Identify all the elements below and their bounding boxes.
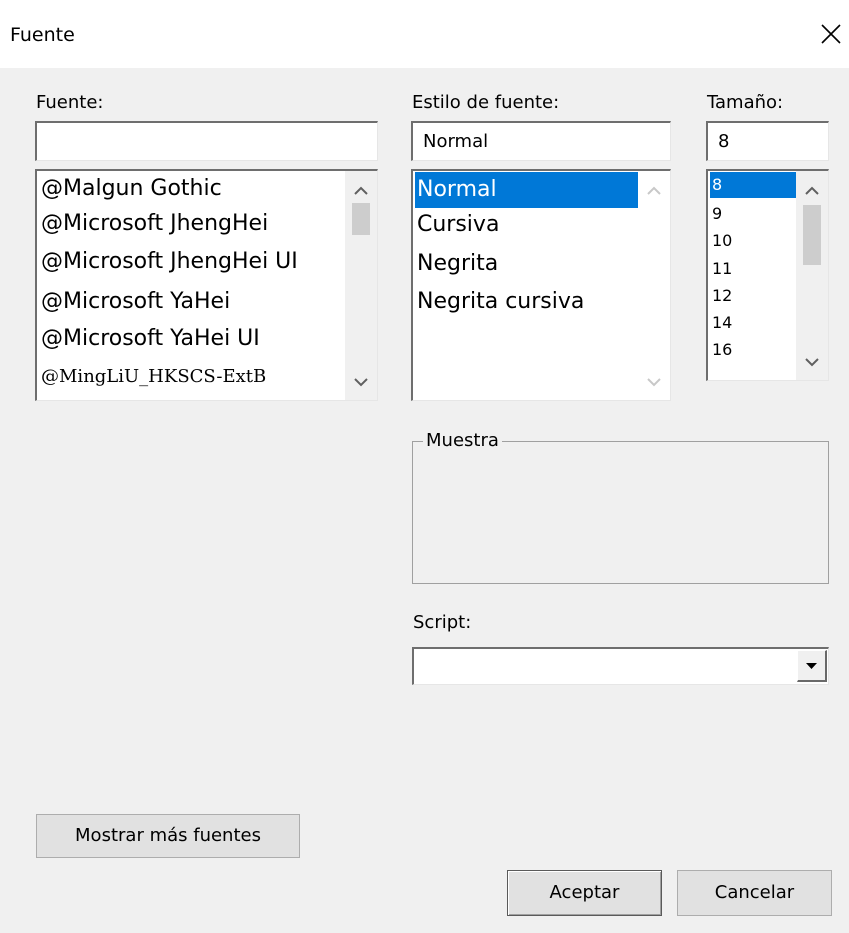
ok-button[interactable]: Aceptar [507, 870, 662, 916]
size-label: Tamaño: [707, 92, 784, 113]
size-list-item[interactable]: 10 [710, 231, 796, 250]
chevron-up-icon[interactable] [345, 177, 377, 205]
font-list-item[interactable]: @Malgun Gothic [39, 176, 345, 201]
size-list-item[interactable]: 16 [710, 340, 796, 359]
font-list-item[interactable]: @Microsoft YaHei [39, 289, 345, 314]
font-list-scrollbar[interactable] [345, 171, 377, 400]
script-select[interactable] [412, 647, 829, 685]
size-list-items: 8 9 10 11 12 14 16 [708, 171, 796, 380]
title-bar: Fuente [0, 0, 849, 68]
font-label: Fuente: [36, 92, 104, 113]
style-list-item[interactable]: Negrita cursiva [415, 289, 638, 314]
font-list-item[interactable]: @Microsoft YaHei UI [39, 326, 345, 351]
style-label: Estilo de fuente: [412, 92, 560, 113]
script-dropdown-button[interactable] [797, 650, 827, 682]
size-list-item[interactable]: 9 [710, 204, 796, 223]
scrollbar-thumb[interactable] [352, 203, 370, 235]
size-list-item[interactable]: 11 [710, 259, 796, 278]
size-list-item[interactable]: 14 [710, 313, 796, 332]
sample-group: Muestra [412, 430, 829, 584]
chevron-down-icon[interactable] [345, 368, 377, 396]
window-title: Fuente [10, 24, 75, 46]
style-list-item-selected[interactable]: Normal [415, 172, 638, 208]
font-list[interactable]: @Malgun Gothic @Microsoft JhengHei @Micr… [35, 169, 378, 401]
script-label: Script: [413, 612, 472, 633]
scrollbar-thumb[interactable] [803, 205, 821, 265]
style-list-scrollbar[interactable] [638, 171, 670, 400]
font-name-input[interactable] [35, 121, 378, 161]
font-list-item[interactable]: @Microsoft JhengHei UI [39, 249, 345, 274]
style-list[interactable]: Normal Cursiva Negrita Negrita cursiva [411, 169, 671, 401]
chevron-up-icon[interactable] [796, 177, 828, 205]
size-list-item-selected[interactable]: 8 [710, 172, 796, 198]
chevron-up-icon[interactable] [638, 177, 670, 205]
show-more-fonts-button[interactable]: Mostrar más fuentes [36, 814, 300, 858]
chevron-down-icon[interactable] [796, 348, 828, 376]
style-input[interactable]: Normal [411, 121, 671, 161]
size-list-scrollbar[interactable] [796, 171, 828, 380]
font-list-items: @Malgun Gothic @Microsoft JhengHei @Micr… [37, 171, 345, 400]
close-icon[interactable] [817, 20, 845, 48]
size-list-item[interactable]: 12 [710, 286, 796, 305]
style-list-item[interactable]: Negrita [415, 251, 638, 276]
style-list-item[interactable]: Cursiva [415, 212, 638, 237]
font-list-item[interactable]: @Microsoft JhengHei [39, 211, 345, 236]
style-list-items: Normal Cursiva Negrita Negrita cursiva [413, 171, 638, 400]
size-input[interactable]: 8 [706, 121, 829, 161]
triangle-down-icon [798, 663, 826, 686]
size-value: 8 [718, 131, 730, 152]
style-value: Normal [423, 131, 489, 152]
sample-label: Muestra [423, 430, 502, 451]
font-list-item[interactable]: @MingLiU_HKSCS-ExtB [39, 366, 345, 387]
size-list[interactable]: 8 9 10 11 12 14 16 [706, 169, 829, 381]
chevron-down-icon[interactable] [638, 368, 670, 396]
cancel-button[interactable]: Cancelar [677, 870, 832, 916]
